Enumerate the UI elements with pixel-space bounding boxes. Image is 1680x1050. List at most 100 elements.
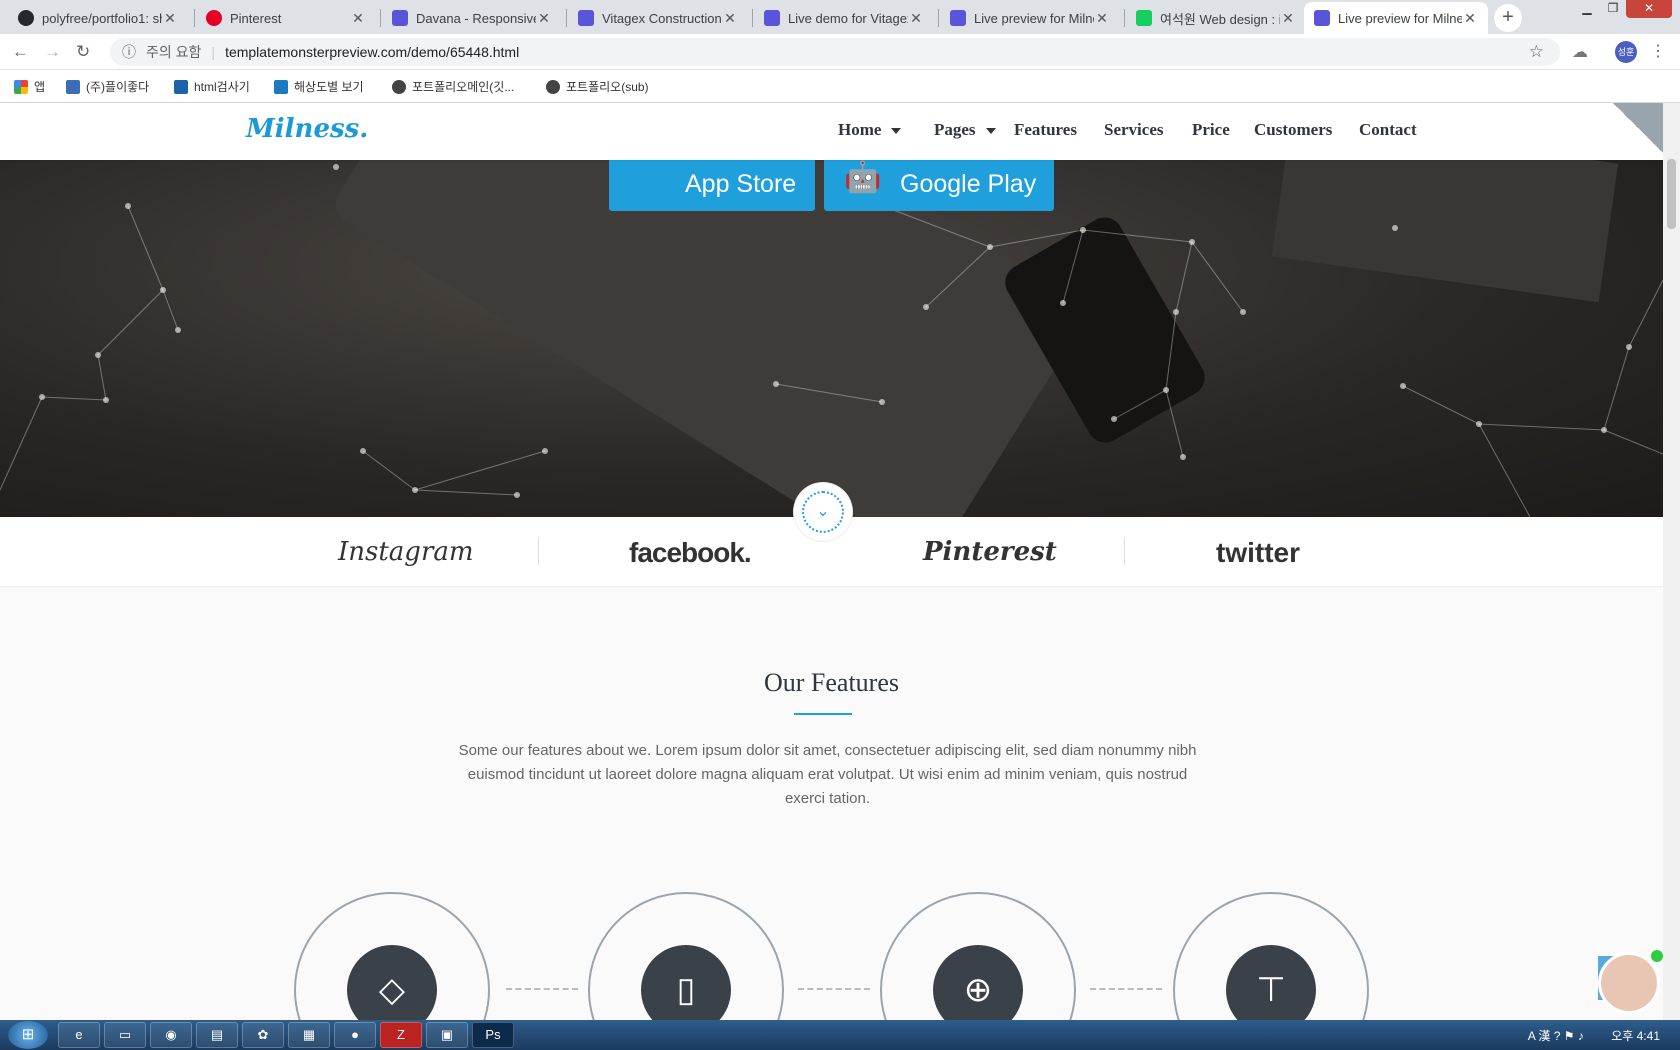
- divider: [1124, 537, 1125, 565]
- reload-icon[interactable]: ↻: [76, 42, 90, 62]
- scrollbar-thumb[interactable]: [1667, 159, 1676, 229]
- info-icon[interactable]: ⓘ: [122, 44, 136, 60]
- bookmark-item[interactable]: html검사기: [174, 78, 250, 95]
- bookmark-item[interactable]: 포트폴리오(sub): [546, 78, 649, 95]
- app-store-button[interactable]: App Store: [609, 160, 815, 211]
- globe-icon: [392, 79, 406, 94]
- instagram-logo[interactable]: Instagram: [338, 537, 474, 567]
- tab-3[interactable]: Davana - Responsive T ✕: [382, 2, 562, 34]
- chrome-icon[interactable]: ◉: [150, 1022, 192, 1048]
- bookmark-label: 포트폴리오메인(깃...: [412, 80, 515, 94]
- page-scrollbar[interactable]: [1663, 103, 1680, 1020]
- nav-home[interactable]: Home: [838, 120, 902, 140]
- tab-title: Live preview for Milne: [974, 10, 1094, 26]
- github-icon: [18, 10, 34, 26]
- caret-down-icon: [985, 128, 996, 135]
- nav-contact[interactable]: Contact: [1359, 120, 1417, 140]
- menu-icon[interactable]: ⋮: [1650, 41, 1666, 61]
- close-tab-icon[interactable]: ✕: [722, 10, 738, 27]
- close-tab-icon[interactable]: ✕: [1462, 10, 1478, 27]
- demo-corner-toggle[interactable]: [1613, 103, 1663, 153]
- restore-button[interactable]: ❐: [1600, 0, 1626, 18]
- tm-icon: [392, 10, 408, 26]
- feature-circle[interactable]: ⊤: [1173, 892, 1369, 1020]
- tab-separator: [938, 9, 939, 27]
- chat-avatar[interactable]: [1598, 952, 1660, 1014]
- tab-title: polyfree/portfolio1: sh: [42, 10, 162, 26]
- scroll-down-button[interactable]: ⌄: [794, 483, 852, 541]
- pinterest-logo[interactable]: Pinterest: [923, 537, 1057, 567]
- omnibox[interactable]: ⓘ 주의 요함 | templatemonsterpreview.com/demo/6…: [110, 38, 1560, 66]
- nav-features[interactable]: Features: [1014, 120, 1077, 140]
- sticky-notes-icon[interactable]: ▦: [288, 1022, 330, 1048]
- features-description: Some our features about we. Lorem ipsum …: [458, 742, 1197, 807]
- nav-price[interactable]: Price: [1192, 120, 1230, 140]
- close-window-button[interactable]: ✕: [1626, 0, 1672, 18]
- close-tab-icon[interactable]: ✕: [1094, 10, 1110, 27]
- google-play-button[interactable]: 🤖 Google Play: [824, 160, 1054, 211]
- tab-title: 여석원 Web design : i: [1160, 11, 1280, 27]
- feature-circle[interactable]: ▯: [588, 892, 784, 1020]
- tab-2[interactable]: Pinterest ✕: [196, 2, 376, 34]
- bookmark-item[interactable]: 포트폴리오메인(깃...: [392, 78, 514, 95]
- start-button[interactable]: ⊞: [8, 1021, 48, 1049]
- bookmark-label: (주)플이좋다: [86, 80, 150, 94]
- tm-icon: [1314, 10, 1330, 26]
- feature-circle[interactable]: ◇: [294, 892, 490, 1020]
- w3-icon: [174, 79, 188, 94]
- ime-indicator[interactable]: A 漢: [1528, 1029, 1551, 1043]
- bookmark-apps[interactable]: 앱: [14, 78, 45, 95]
- nav-services[interactable]: Services: [1104, 120, 1163, 140]
- divider: [538, 537, 539, 565]
- feature-circle[interactable]: ⊕: [880, 892, 1076, 1020]
- folder-icon[interactable]: ▣: [426, 1022, 468, 1048]
- avatar[interactable]: 성훈: [1615, 41, 1637, 63]
- new-tab-button[interactable]: +: [1494, 4, 1522, 32]
- notepad-icon[interactable]: ▤: [196, 1022, 238, 1048]
- explorer-icon[interactable]: ▭: [104, 1022, 146, 1048]
- bookmark-item[interactable]: (주)플이좋다: [66, 78, 149, 95]
- minimize-button[interactable]: ▁: [1574, 0, 1600, 18]
- twitter-logo[interactable]: twitter: [1216, 537, 1300, 569]
- help-icon[interactable]: ?: [1554, 1029, 1564, 1043]
- tab-5[interactable]: Live demo for Vitagex ✕: [754, 2, 934, 34]
- site-logo[interactable]: Milness.: [246, 114, 368, 144]
- tab-7[interactable]: 여석원 Web design : i ✕: [1126, 2, 1306, 34]
- bookmark-label: 포트폴리오(sub): [566, 80, 649, 94]
- close-tab-icon[interactable]: ✕: [162, 10, 178, 27]
- clock[interactable]: 오후 4:41: [1611, 1029, 1660, 1043]
- tab-separator: [1124, 9, 1125, 27]
- network-app-icon[interactable]: ✿: [242, 1022, 284, 1048]
- forward-icon[interactable]: →: [44, 42, 61, 62]
- close-tab-icon[interactable]: ✕: [536, 10, 552, 27]
- tab-title: Vitagex Construction C: [602, 10, 722, 26]
- close-tab-icon[interactable]: ✕: [350, 10, 366, 27]
- close-tab-icon[interactable]: ✕: [908, 10, 924, 27]
- page-viewport: Milness. Home Pages Features Services Pr…: [0, 103, 1663, 1020]
- facebook-logo[interactable]: facebook.: [629, 537, 752, 569]
- tab-title: Davana - Responsive T: [416, 10, 536, 26]
- nav-customers[interactable]: Customers: [1254, 120, 1332, 140]
- photoshop-icon[interactable]: Ps: [472, 1022, 514, 1048]
- tm-icon: [578, 10, 594, 26]
- app-icon[interactable]: ●: [334, 1022, 376, 1048]
- bookmark-item[interactable]: 해상도별 보기: [274, 78, 364, 95]
- nav-pages[interactable]: Pages: [934, 120, 996, 140]
- star-icon[interactable]: ☆: [1529, 38, 1544, 66]
- network-lines: [0, 164, 1663, 517]
- tab-separator: [566, 9, 567, 27]
- ie-icon[interactable]: e: [58, 1022, 100, 1048]
- tab-8-active[interactable]: Live preview for Milne ✕: [1304, 2, 1488, 34]
- flag-icon[interactable]: ⚑: [1564, 1029, 1578, 1043]
- tab-6[interactable]: Live preview for Milne ✕: [940, 2, 1120, 34]
- tab-1[interactable]: polyfree/portfolio1: sh ✕: [8, 2, 188, 34]
- drive-icon[interactable]: ☁: [1572, 42, 1588, 62]
- back-icon[interactable]: ←: [12, 42, 29, 62]
- volume-icon[interactable]: ♪: [1578, 1029, 1587, 1043]
- nav-label: Pages: [934, 120, 976, 139]
- bookmark-icon: [66, 79, 80, 94]
- filezilla-icon[interactable]: Z: [380, 1022, 422, 1048]
- tab-4[interactable]: Vitagex Construction C ✕: [568, 2, 748, 34]
- dashed-connector: [1090, 988, 1162, 990]
- close-tab-icon[interactable]: ✕: [1280, 10, 1296, 27]
